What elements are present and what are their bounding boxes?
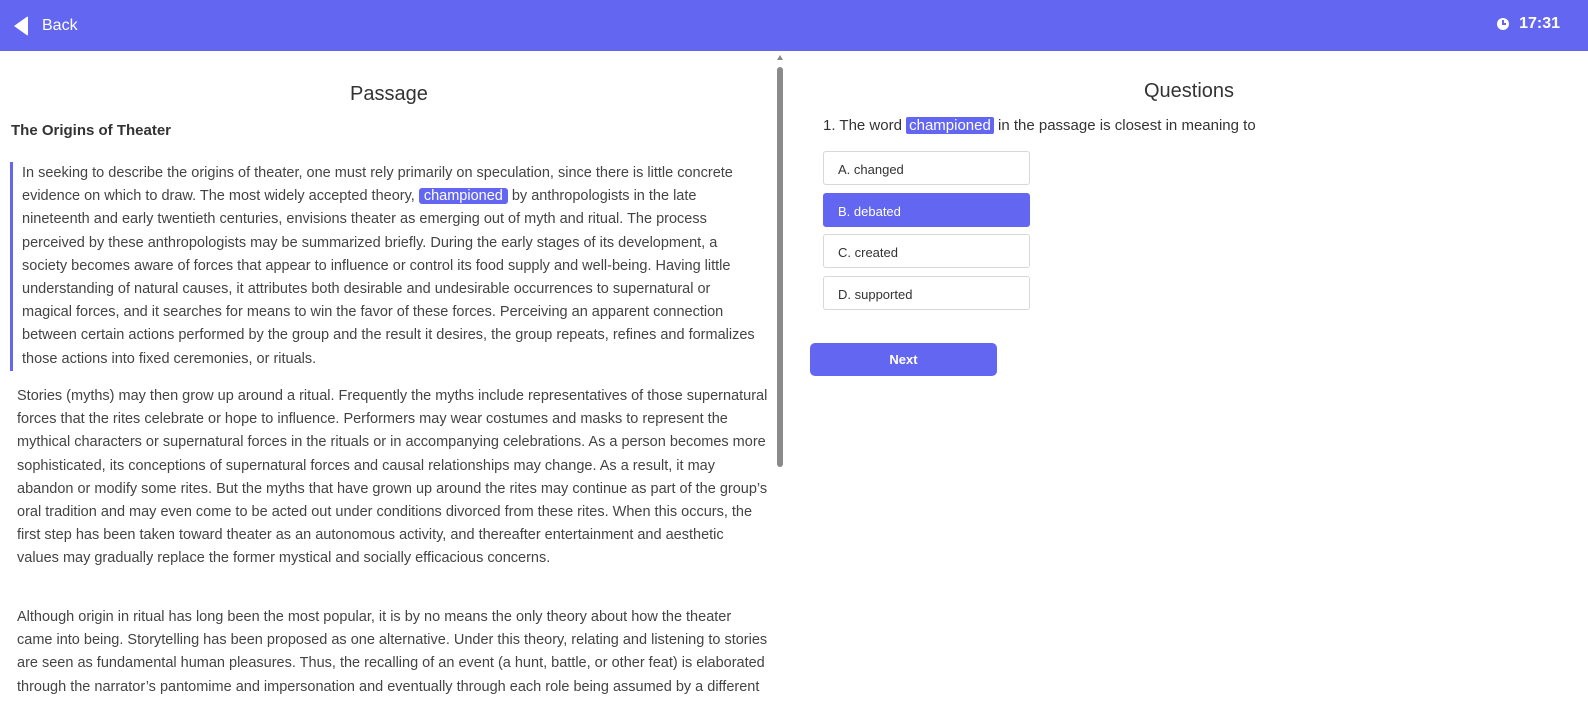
passage-heading: The Origins of Theater (11, 122, 172, 139)
passage-pane[interactable]: Passage The Origins of Theater In seekin… (0, 51, 772, 705)
question-suffix: in the passage is closest in meaning to (993, 117, 1256, 134)
passage-paragraph-3: Although origin in ritual has long been … (17, 609, 768, 705)
option-d[interactable]: D. supported (823, 276, 1030, 310)
question-prefix: 1. The word (823, 117, 907, 134)
option-a[interactable]: A. changed (823, 151, 1030, 185)
option-b[interactable]: B. debated (823, 193, 1030, 227)
timer-value: 17:31 (1519, 15, 1560, 32)
back-label: Back (42, 17, 78, 34)
option-c[interactable]: C. created (823, 234, 1030, 268)
question-highlighted-word: championed (906, 117, 994, 134)
top-bar: Back 17:31 (0, 0, 1588, 51)
passage-paragraph-1: In seeking to describe the origins of th… (10, 162, 762, 371)
next-button[interactable]: Next (810, 343, 997, 376)
scroll-up-arrow-icon[interactable] (777, 55, 783, 60)
scrollbar-thumb[interactable] (777, 67, 783, 467)
passage-paragraph-2: Stories (myths) may then grow up around … (17, 388, 768, 567)
clock-icon (1497, 18, 1510, 30)
timer: 17:31 (1497, 15, 1560, 33)
back-arrow-icon (14, 16, 28, 36)
highlighted-word: championed (418, 188, 508, 205)
question-text: 1. The word championed in the passage is… (823, 117, 1256, 134)
questions-pane-title: Questions (1144, 80, 1235, 102)
passage-pane-title: Passage (350, 83, 428, 105)
paragraph-1-text-after: by anthropologists in the late nineteent… (22, 188, 755, 367)
passage-scrollbar[interactable] (776, 55, 784, 705)
back-button[interactable]: Back (14, 13, 78, 39)
